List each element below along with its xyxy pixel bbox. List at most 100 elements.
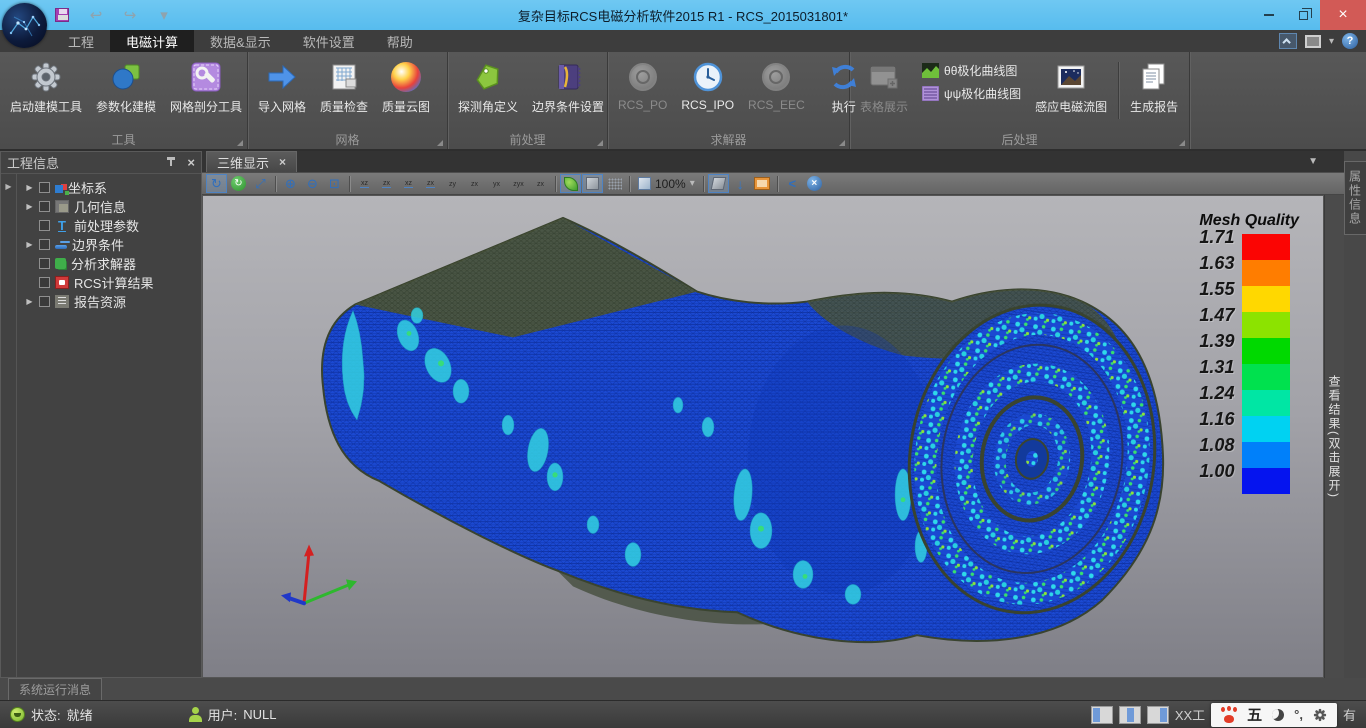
view-preset-button[interactable]: zx [420,174,441,193]
3d-canvas[interactable]: Mesh Quality 1.71 1.63 1.55 1.47 1.39 1.… [202,195,1324,678]
zoom-level-select[interactable]: 100% ▾ [634,177,699,191]
parametric-modeling-button[interactable]: 参数化建模 [90,58,162,117]
zoom-dropdown-icon[interactable]: ▾ [690,178,695,189]
property-info-tab[interactable]: 属性信息 [1344,161,1366,235]
download-view-icon[interactable]: ↓ [730,174,751,193]
moon-icon[interactable] [1272,709,1284,721]
layout-right-panel-button[interactable] [1147,706,1169,724]
coordinate-icon [55,185,63,193]
panel-close-icon[interactable]: × [187,155,195,170]
group-launcher-icon[interactable] [597,140,603,146]
boundary-icon [55,245,67,249]
wireframe-icon[interactable] [604,174,625,193]
view-results-strip[interactable]: 查看结果(双击展开) [1324,195,1344,678]
tab-help[interactable]: 帮助 [371,30,429,52]
tree-item-analysis-solver[interactable]: 分析求解器 [17,254,201,273]
tab-data-display[interactable]: 数据&显示 [194,30,287,52]
rcs-eec-button[interactable]: RCS_EEC [742,58,811,114]
view-preset-button[interactable]: zx [530,174,551,193]
select-mode-icon[interactable] [708,174,729,193]
generate-report-button[interactable]: 生成报告 [1124,58,1184,117]
pin-icon[interactable] [165,157,177,169]
tree-gutter[interactable]: ▶ [1,174,17,677]
window-style-dropdown-icon[interactable]: ▾ [1329,36,1334,47]
baidu-paw-icon[interactable] [1221,707,1237,723]
view-preset-button[interactable]: zx [376,174,397,193]
punctuation-icon[interactable]: °, [1294,707,1303,722]
group-launcher-icon[interactable] [839,140,845,146]
checkbox[interactable] [39,201,50,212]
capture-window-icon[interactable] [752,174,773,193]
right-edge-bar: 属性信息 [1344,151,1366,678]
zoom-fit-icon[interactable]: ⊡ [324,174,345,193]
rcs-ipo-button[interactable]: RCS_IPO [675,58,740,114]
green-chart-icon [922,63,939,78]
layout-left-panel-button[interactable] [1091,706,1113,724]
pan-zoom-icon[interactable]: ⤢ [250,174,271,193]
user-label: 用户: [208,705,238,724]
group-launcher-icon[interactable] [1179,140,1185,146]
tree-item-geometry-info[interactable]: ▶ 几何信息 [17,197,201,216]
tab-project[interactable]: 工程 [52,30,110,52]
tab-3d-display[interactable]: 三维显示 × [206,151,297,172]
psi-polar-curve-button[interactable]: ψψ极化曲线图 [922,85,1021,102]
view-preset-button[interactable]: xz [398,174,419,193]
rotate-view-icon[interactable]: ↻ [206,174,227,193]
help-icon[interactable]: ? [1342,33,1358,49]
report-docs-icon [1137,60,1171,94]
layout-middle-panel-button[interactable] [1119,706,1141,724]
mesh-model [203,196,1323,677]
view-preset-button[interactable]: zyx [508,174,529,193]
color-sphere-icon [389,60,423,94]
smooth-shade-icon[interactable] [560,174,581,193]
launch-modeling-tool-button[interactable]: 启动建模工具 [4,58,88,117]
orbit-icon[interactable]: ↻ [228,174,249,193]
checkbox[interactable] [39,182,50,193]
restore-button[interactable] [1286,0,1320,30]
view-preset-button[interactable]: yx [486,174,507,193]
quality-cloud-button[interactable]: 质量云图 [376,58,436,117]
ime-mode-label[interactable]: 五 [1247,704,1262,725]
tree-item-coordinate-system[interactable]: ▶ 坐标系 [17,178,201,197]
group-launcher-icon[interactable] [237,140,243,146]
tree-item-rcs-results[interactable]: RCS计算结果 [17,273,201,292]
checkbox[interactable] [39,220,50,231]
close-button[interactable]: × [1320,0,1366,30]
mesh-partition-tool-button[interactable]: 网格剖分工具 [164,58,248,117]
ribbon-group-postprocess: 表格展示 θθ极化曲线图 ψψ极化曲线图 [850,52,1190,149]
collapse-ribbon-icon[interactable] [1279,33,1297,49]
zoom-out-icon[interactable]: ⊖ [302,174,323,193]
import-mesh-button[interactable]: 导入网格 [252,58,312,117]
boundary-condition-button[interactable]: 边界条件设置 [526,58,610,117]
tab-list-dropdown-icon[interactable]: ▼ [1308,151,1344,172]
view-preset-button[interactable]: zx [464,174,485,193]
tree-item-preprocess-params[interactable]: T 前处理参数 [17,216,201,235]
group-launcher-icon[interactable] [437,140,443,146]
ime-settings-gear-icon[interactable] [1313,708,1327,722]
minimize-button[interactable] [1252,0,1286,30]
checkbox[interactable] [39,239,50,250]
view-preset-button[interactable]: xz [354,174,375,193]
tree-item-report-resources[interactable]: ▶ 报告资源 [17,292,201,311]
tab-close-icon[interactable]: × [279,155,286,169]
system-message-tab[interactable]: 系统运行消息 [8,678,102,701]
tree-item-boundary-condition[interactable]: ▶ 边界条件 [17,235,201,254]
induced-current-map-button[interactable]: 感应电磁流图 [1029,58,1113,117]
zoom-in-icon[interactable]: ⊕ [280,174,301,193]
tab-em-compute[interactable]: 电磁计算 [110,30,194,52]
window-style-icon[interactable] [1305,35,1321,48]
checkbox[interactable] [39,258,50,269]
view-preset-button[interactable]: zy [442,174,463,193]
close-scene-icon[interactable]: × [804,174,825,193]
app-logo-icon[interactable] [2,3,47,48]
share-icon[interactable]: < [782,174,803,193]
probe-angle-button[interactable]: 探测角定义 [452,58,524,117]
rcs-po-button[interactable]: RCS_PO [612,58,673,114]
checkbox[interactable] [39,296,50,307]
table-display-button[interactable]: 表格展示 [854,58,914,117]
flat-shade-icon[interactable] [582,174,603,193]
quality-check-button[interactable]: 质量检查 [314,58,374,117]
tab-software-settings[interactable]: 软件设置 [287,30,371,52]
theta-polar-curve-button[interactable]: θθ极化曲线图 [922,62,1021,79]
checkbox[interactable] [39,277,50,288]
